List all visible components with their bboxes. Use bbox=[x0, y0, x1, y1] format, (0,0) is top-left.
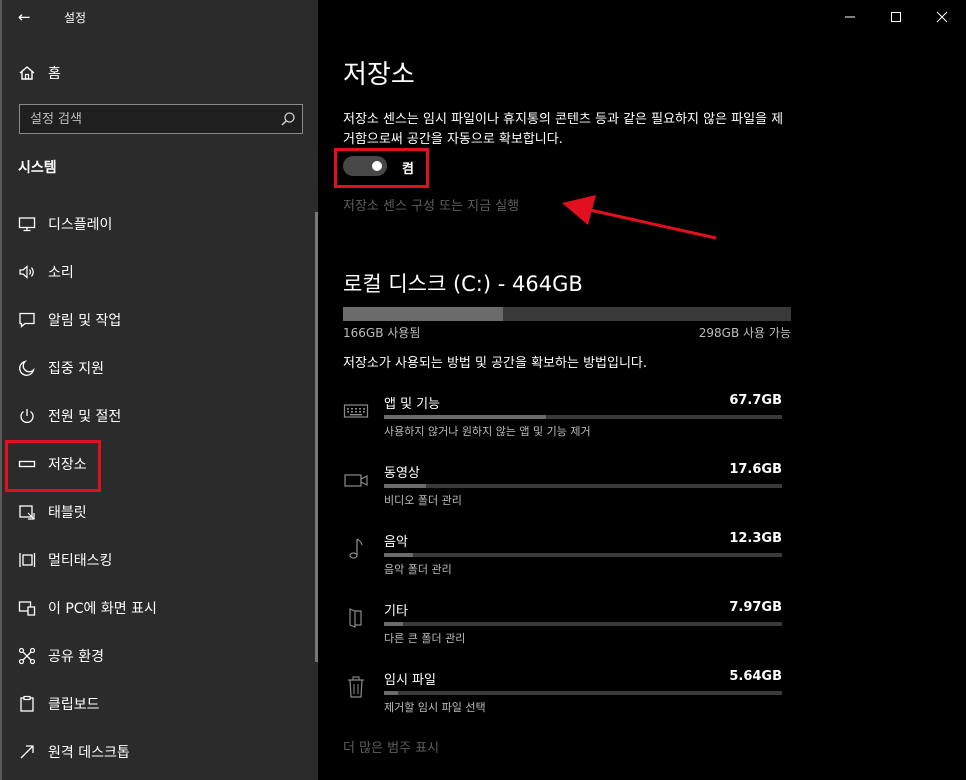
sidebar-item-label: 집중 지원 bbox=[48, 361, 104, 377]
sidebar-item-label: 디스플레이 bbox=[48, 217, 113, 233]
sidebar-item-remote-desktop[interactable]: 원격 데스크톱 bbox=[18, 740, 130, 764]
sidebar-item-label: 원격 데스크톱 bbox=[48, 745, 130, 761]
category-size: 67.7GB bbox=[729, 393, 782, 408]
sidebar-item-focus-assist[interactable]: 집중 지원 bbox=[18, 356, 104, 380]
category-size: 17.6GB bbox=[729, 462, 782, 477]
sidebar-item-label: 알림 및 작업 bbox=[48, 313, 122, 329]
sidebar-item-label: 소리 bbox=[48, 265, 74, 281]
category-videos[interactable]: 동영상 17.6GB 비디오 폴더 관리 bbox=[342, 462, 782, 518]
trash-icon bbox=[342, 675, 370, 699]
sidebar-item-display[interactable]: 디스플레이 bbox=[18, 212, 112, 236]
category-subtitle: 비디오 폴더 관리 bbox=[384, 494, 462, 507]
annotation-arrow-icon bbox=[562, 195, 717, 240]
category-temp-files[interactable]: 임시 파일 5.64GB 제거할 임시 파일 선택 bbox=[342, 669, 782, 725]
category-subtitle: 음악 폴더 관리 bbox=[384, 563, 452, 576]
search-icon[interactable] bbox=[280, 111, 296, 127]
sidebar-item-project[interactable]: 이 PC에 화면 표시 bbox=[18, 596, 157, 620]
category-subtitle: 다른 큰 폴더 관리 bbox=[384, 632, 466, 645]
disk-used-label: 166GB 사용됨 bbox=[343, 326, 421, 340]
sidebar-item-label: 이 PC에 화면 표시 bbox=[48, 601, 157, 617]
category-name: 음악 bbox=[384, 535, 408, 550]
sidebar-item-tablet[interactable]: 태블릿 bbox=[18, 500, 87, 524]
video-icon bbox=[342, 468, 370, 492]
moon-icon bbox=[18, 359, 36, 377]
highlight-box-storage bbox=[5, 440, 101, 492]
main-content: 저장소 저장소 센스는 임시 파일이나 휴지통의 콘텐츠 등과 같은 필요하지 … bbox=[318, 0, 966, 780]
disk-available-label: 298GB 사용 가능 bbox=[698, 326, 791, 340]
back-arrow-icon[interactable]: ← bbox=[18, 8, 48, 26]
sidebar-item-label: 전원 및 절전 bbox=[48, 409, 122, 425]
sidebar-item-label: 멀티태스킹 bbox=[48, 553, 113, 569]
category-bar-fill bbox=[384, 484, 427, 488]
sidebar-item-notifications[interactable]: 알림 및 작업 bbox=[18, 308, 121, 332]
category-other[interactable]: 기타 7.97GB 다른 큰 폴더 관리 bbox=[342, 600, 782, 656]
speaker-icon bbox=[18, 263, 36, 281]
category-bar-fill bbox=[384, 691, 398, 695]
category-bar-fill bbox=[384, 415, 547, 419]
remote-desktop-icon bbox=[18, 743, 36, 761]
category-bar-fill bbox=[384, 553, 414, 557]
sidebar-item-shared-experiences[interactable]: 공유 환경 bbox=[18, 644, 104, 668]
multitasking-icon bbox=[18, 551, 36, 569]
configure-storage-sense-link[interactable]: 저장소 센스 구성 또는 지금 실행 bbox=[343, 195, 519, 214]
category-size: 12.3GB bbox=[729, 531, 782, 546]
highlight-box-toggle bbox=[334, 148, 429, 188]
category-name: 동영상 bbox=[384, 466, 420, 481]
search-input[interactable] bbox=[30, 111, 270, 127]
section-title: 시스템 bbox=[18, 160, 57, 176]
sidebar-item-sound[interactable]: 소리 bbox=[18, 260, 74, 284]
storage-sense-description: 저장소 센스는 임시 파일이나 휴지통의 콘텐츠 등과 같은 필요하지 않은 파… bbox=[343, 112, 784, 147]
home-icon bbox=[19, 66, 35, 80]
category-bar bbox=[384, 691, 782, 695]
project-icon bbox=[18, 599, 36, 617]
category-name: 임시 파일 bbox=[384, 673, 436, 688]
shared-icon bbox=[18, 647, 36, 665]
sidebar-item-label: 홈 bbox=[48, 66, 61, 82]
sidebar-item-label: 공유 환경 bbox=[48, 649, 104, 665]
other-folder-icon bbox=[342, 606, 370, 630]
sidebar-item-multitasking[interactable]: 멀티태스킹 bbox=[18, 548, 112, 572]
search-box[interactable] bbox=[19, 104, 303, 134]
show-more-categories-link[interactable]: 더 많은 범주 표시 bbox=[343, 737, 439, 756]
page-title: 저장소 bbox=[343, 60, 415, 90]
category-bar bbox=[384, 484, 782, 488]
keyboard-icon bbox=[342, 399, 370, 423]
maximize-icon[interactable] bbox=[886, 8, 906, 26]
notification-icon bbox=[18, 311, 36, 329]
power-icon bbox=[18, 407, 36, 425]
category-size: 7.97GB bbox=[729, 600, 782, 615]
category-name: 기타 bbox=[384, 604, 408, 619]
category-bar bbox=[384, 622, 782, 626]
sidebar-item-power[interactable]: 전원 및 절전 bbox=[18, 404, 121, 428]
category-name: 앱 및 기능 bbox=[384, 397, 441, 412]
tablet-icon bbox=[18, 503, 36, 521]
category-bar-fill bbox=[384, 622, 404, 626]
music-icon bbox=[342, 537, 370, 561]
sidebar-item-home[interactable]: 홈 bbox=[18, 62, 61, 84]
category-apps[interactable]: 앱 및 기능 67.7GB 사용하지 않거나 원하지 않는 앱 및 기능 제거 bbox=[342, 393, 782, 449]
disk-usage-fill bbox=[343, 307, 503, 321]
app-title: 설정 bbox=[64, 10, 87, 25]
minimize-icon[interactable] bbox=[840, 8, 860, 26]
clipboard-icon bbox=[18, 695, 36, 713]
disk-title: 로컬 디스크 (C:) - 464GB bbox=[343, 272, 583, 296]
category-subtitle: 사용하지 않거나 원하지 않는 앱 및 기능 제거 bbox=[384, 425, 591, 438]
disk-usage-bar bbox=[343, 307, 791, 321]
category-music[interactable]: 음악 12.3GB 음악 폴더 관리 bbox=[342, 531, 782, 587]
category-size: 5.64GB bbox=[729, 669, 782, 684]
category-subtitle: 제거할 임시 파일 선택 bbox=[384, 701, 486, 714]
sidebar-item-label: 태블릿 bbox=[48, 505, 87, 521]
sidebar-item-label: 클립보드 bbox=[48, 697, 100, 713]
close-icon[interactable] bbox=[932, 8, 952, 26]
category-bar bbox=[384, 415, 782, 419]
display-icon bbox=[18, 215, 36, 233]
category-bar bbox=[384, 553, 782, 557]
sidebar-item-clipboard[interactable]: 클립보드 bbox=[18, 692, 100, 716]
titlebar-left: ← 설정 bbox=[18, 6, 86, 28]
usage-heading: 저장소가 사용되는 방법 및 공간을 확보하는 방법입니다. bbox=[343, 356, 648, 371]
sidebar: ← 설정 홈 시스템 디스플레이 소리 알림 및 작업 bbox=[0, 0, 318, 780]
